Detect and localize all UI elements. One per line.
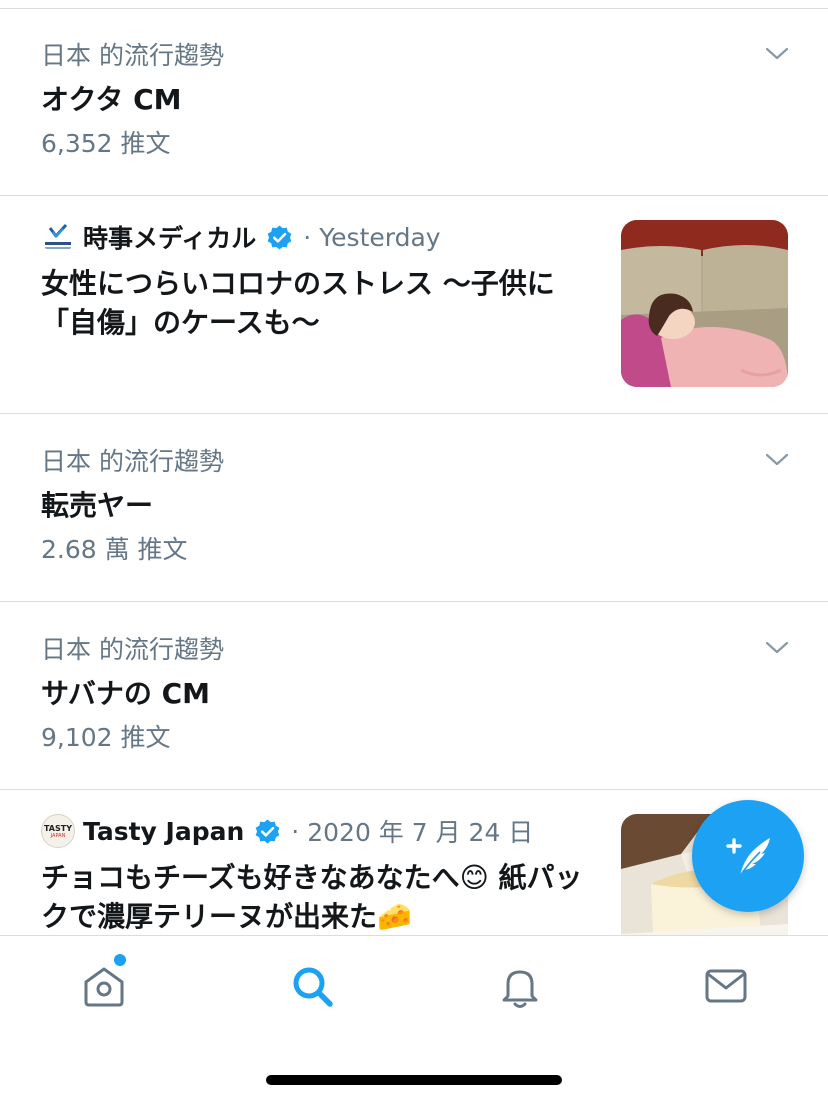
- source-avatar: TASTY JAPAN: [41, 814, 75, 848]
- trend-item[interactable]: 日本 的流行趨勢 オクタ CM 6,352 推文: [0, 40, 828, 180]
- verified-badge-icon: [255, 818, 280, 844]
- avatar-subtext: JAPAN: [50, 832, 66, 839]
- trend-context: 日本 的流行趨勢: [41, 447, 224, 476]
- news-time: 2020 年 7 月 24 日: [307, 818, 534, 847]
- notifications-bell-icon[interactable]: [496, 962, 544, 1010]
- divider: [0, 413, 828, 414]
- jiji-medical-logo-icon: [45, 223, 71, 249]
- news-header: 時事メディカル · Yesterday: [41, 220, 441, 254]
- compose-tweet-icon: [726, 838, 770, 877]
- trend-item[interactable]: 日本 的流行趨勢 転売ヤー 2.68 萬 推文: [0, 446, 828, 586]
- trend-context: 日本 的流行趨勢: [41, 41, 224, 70]
- news-source-name[interactable]: Tasty Japan: [83, 817, 244, 846]
- compose-tweet-button[interactable]: [692, 800, 804, 912]
- home-indicator[interactable]: [266, 1075, 562, 1085]
- trend-tweet-count: 9,102 推文: [41, 723, 171, 752]
- avatar-text: TASTY: [43, 823, 73, 833]
- chevron-down-icon[interactable]: [763, 446, 791, 474]
- news-headline: 女性につらいコロナのストレス ～子供に「自傷」のケースも～: [41, 267, 555, 339]
- divider: [0, 8, 828, 9]
- illustration-woman-lying-on-sofa-icon: [621, 220, 788, 387]
- news-source-name[interactable]: 時事メディカル: [83, 219, 256, 255]
- home-icon[interactable]: [80, 962, 128, 1010]
- separator: ·: [291, 816, 300, 846]
- trend-name: 転売ヤー: [41, 489, 154, 522]
- divider: [0, 789, 828, 790]
- separator: ·: [303, 222, 312, 252]
- trend-item[interactable]: 日本 的流行趨勢 サバナの CM 9,102 推文: [0, 634, 828, 774]
- trend-name: オクタ CM: [41, 83, 182, 116]
- news-time: Yesterday: [319, 222, 441, 252]
- trend-name: サバナの CM: [41, 677, 211, 710]
- source-avatar: [41, 220, 75, 254]
- news-header: TASTY JAPAN Tasty Japan · 2020 年 7 月 24 …: [41, 814, 533, 848]
- chevron-down-icon[interactable]: [763, 40, 791, 68]
- home-notification-dot: [114, 954, 126, 966]
- explore-feed: 日本 的流行趨勢 オクタ CM 6,352 推文 時事メディカル · Yeste…: [0, 0, 828, 935]
- news-thumbnail[interactable]: [621, 220, 788, 387]
- divider: [0, 195, 828, 196]
- chevron-down-icon[interactable]: [763, 634, 791, 662]
- messages-mail-icon[interactable]: [702, 962, 750, 1010]
- trend-tweet-count: 6,352 推文: [41, 129, 171, 158]
- search-icon[interactable]: [288, 962, 336, 1010]
- trend-context: 日本 的流行趨勢: [41, 635, 224, 664]
- verified-badge-icon: [267, 224, 292, 250]
- news-item[interactable]: 時事メディカル · Yesterday 女性につらいコロナのストレス ～子供に「…: [0, 220, 828, 395]
- divider: [0, 601, 828, 602]
- news-headline: チョコもチーズも好きなあなたへ😊 紙パックで濃厚テリーヌが出来た🧀: [41, 861, 583, 933]
- trend-tweet-count: 2.68 萬 推文: [41, 535, 188, 564]
